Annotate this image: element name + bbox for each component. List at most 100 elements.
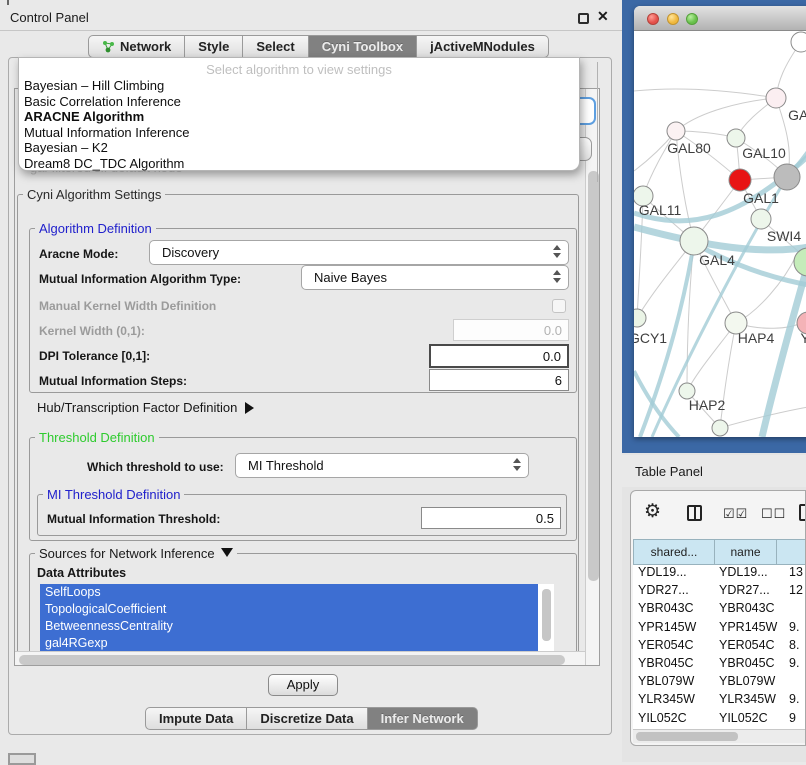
horizontal-scrollbar-thumb[interactable] — [19, 655, 565, 665]
sources-group-toggle[interactable]: Sources for Network Inference — [35, 546, 237, 561]
table-body: YDL19... YDL19... 13 YDR27... YDR27... 1… — [633, 565, 806, 729]
data-attributes-label: Data Attributes — [37, 566, 126, 580]
hub-section-label: Hub/Transcription Factor Definition — [37, 400, 237, 415]
network-node[interactable] — [634, 309, 646, 327]
kernel-width-field[interactable]: 0.0 — [453, 319, 569, 341]
dropdown-item-highlighted[interactable]: ARACNE Algorithm — [19, 109, 579, 125]
bottom-left-partial-widget — [8, 753, 36, 765]
table-row[interactable]: YDL19... YDL19... 13 — [633, 565, 806, 583]
table-row[interactable]: YDR27... YDR27... 12 — [633, 583, 806, 601]
mi-type-combobox[interactable]: Naive Bayes — [301, 265, 569, 290]
tab-jactivemnodules[interactable]: jActiveMNodules — [417, 35, 549, 58]
algorithm-definition-title: Algorithm Definition — [35, 221, 156, 236]
dropdown-item[interactable]: Bayesian – K2 — [19, 140, 579, 156]
tab-cyni-toolbox-label: Cyni Toolbox — [322, 36, 403, 57]
close-icon[interactable]: ✕ — [597, 8, 609, 25]
table-toolbar: ⚙ ☑☑ ☐☐ — [631, 497, 806, 531]
table-row[interactable]: YBR043C YBR043C — [633, 601, 806, 619]
network-node[interactable] — [712, 420, 728, 436]
list-item[interactable]: SelfLoops — [40, 584, 538, 601]
table-panel: ⚙ ☑☑ ☐☐ shared... name YDL19... YDL19...… — [630, 490, 806, 746]
network-svg[interactable]: GAL7GAL80GAL10GAL1GAL11SWI4GAL4GCY1HAP4Y… — [634, 31, 806, 437]
apply-button[interactable]: Apply — [268, 674, 338, 696]
cell-shared-name: YDR27... — [633, 583, 715, 601]
minimize-traffic-icon[interactable] — [667, 13, 679, 25]
tab-impute-data[interactable]: Impute Data — [145, 707, 247, 730]
table-row[interactable]: YPR145W YPR145W 9. — [633, 620, 806, 638]
network-node[interactable] — [729, 169, 751, 191]
manual-kernel-label: Manual Kernel Width Definition — [39, 299, 216, 313]
table-row[interactable]: YBR045C YBR045C 9. — [633, 656, 806, 674]
tab-style[interactable]: Style — [185, 35, 243, 58]
which-threshold-value: MI Threshold — [248, 458, 324, 473]
mi-threshold-field[interactable]: 0.5 — [421, 507, 561, 529]
network-node-label: GAL11 — [639, 202, 682, 218]
table-row[interactable]: YIL052C YIL052C 9 — [633, 711, 806, 729]
expanded-arrow-icon — [221, 548, 233, 557]
cell-name: YER054C — [715, 638, 777, 656]
tab-select[interactable]: Select — [243, 35, 308, 58]
horizontal-scrollbar[interactable] — [15, 651, 585, 666]
cell-name: YBR043C — [715, 601, 777, 619]
tab-network[interactable]: Network — [88, 35, 185, 58]
dropdown-item[interactable]: Bayesian – Hill Climbing — [19, 78, 579, 94]
float-window-icon[interactable] — [578, 13, 589, 24]
table-row[interactable]: YER054C YER054C 8. — [633, 638, 806, 656]
tab-cyni-toolbox[interactable]: Cyni Toolbox — [309, 35, 417, 58]
table-horizontal-scrollbar-thumb[interactable] — [636, 732, 738, 741]
network-node[interactable] — [751, 209, 771, 229]
close-traffic-icon[interactable] — [647, 13, 659, 25]
aracne-mode-combobox[interactable]: Discovery — [149, 240, 569, 265]
network-edge — [676, 98, 776, 131]
columns-icon[interactable] — [687, 505, 702, 521]
table-horizontal-scrollbar[interactable] — [633, 729, 806, 743]
column-header-partial[interactable] — [777, 539, 806, 565]
network-node[interactable] — [667, 122, 685, 140]
dropdown-item-list: Bayesian – Hill Climbing Basic Correlati… — [19, 78, 579, 172]
network-node[interactable] — [791, 32, 806, 52]
table-row[interactable]: YLR345W YLR345W 9. — [633, 692, 806, 710]
network-edge — [687, 323, 736, 391]
manual-kernel-checkbox[interactable] — [552, 299, 566, 313]
table-row[interactable]: YBL079W YBL079W — [633, 674, 806, 692]
mi-steps-field[interactable]: 6 — [429, 369, 569, 391]
deselect-all-checkboxes-icon[interactable]: ☐☐ — [761, 506, 786, 522]
select-all-checkboxes-icon[interactable]: ☑☑ — [723, 506, 748, 522]
tab-infer-network[interactable]: Infer Network — [368, 707, 478, 730]
network-node-label: SWI4 — [767, 228, 801, 244]
zoom-traffic-icon[interactable] — [686, 13, 698, 25]
control-panel: Control Panel ✕ Network Style Select Cyn… — [0, 0, 622, 762]
list-item[interactable]: BetweennessCentrality — [40, 618, 538, 635]
gear-icon[interactable]: ⚙ — [644, 500, 661, 523]
column-header-shared[interactable]: shared... — [633, 539, 715, 565]
cell-value: 12 — [777, 583, 806, 601]
list-item[interactable]: TopologicalCoefficient — [40, 601, 538, 618]
network-node[interactable] — [766, 88, 786, 108]
network-window-titlebar[interactable] — [634, 6, 806, 31]
vertical-scrollbar-thumb[interactable] — [588, 171, 599, 581]
mi-threshold-label: Mutual Information Threshold: — [47, 512, 220, 526]
cell-value: 9 — [777, 711, 806, 729]
aracne-mode-label: Aracne Mode: — [39, 247, 118, 261]
dropdown-item[interactable]: Mutual Information Inference — [19, 125, 579, 141]
list-scrollbar[interactable] — [542, 589, 551, 641]
network-node[interactable] — [680, 227, 708, 255]
combo-spinner-icon — [553, 245, 561, 258]
cell-shared-name: YBR043C — [633, 601, 715, 619]
tab-discretize-data[interactable]: Discretize Data — [247, 707, 367, 730]
column-header-name[interactable]: name — [715, 539, 777, 565]
mi-steps-label: Mutual Information Steps: — [39, 374, 187, 388]
cell-value — [777, 674, 806, 692]
tab-network-label: Network — [120, 36, 171, 57]
network-window[interactable]: GAL7GAL80GAL10GAL1GAL11SWI4GAL4GCY1HAP4Y… — [634, 6, 806, 437]
network-node[interactable] — [774, 164, 800, 190]
which-threshold-combobox[interactable]: MI Threshold — [235, 453, 529, 478]
document-icon[interactable] — [799, 504, 806, 521]
hidden-groupbox-edge — [597, 62, 598, 182]
kernel-width-label: Kernel Width (0,1): — [39, 324, 145, 338]
hub-section-toggle[interactable]: Hub/Transcription Factor Definition — [37, 400, 254, 415]
dpi-tolerance-field[interactable]: 0.0 — [429, 344, 569, 368]
list-item[interactable]: gal4RGexp — [40, 635, 538, 652]
dropdown-item[interactable]: Basic Correlation Inference — [19, 94, 579, 110]
dropdown-item[interactable]: Dream8 DC_TDC Algorithm — [19, 156, 579, 172]
